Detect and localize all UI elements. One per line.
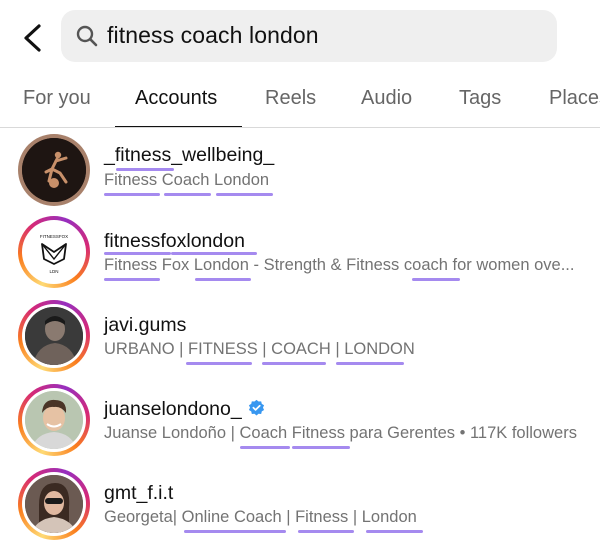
svg-text:LDN: LDN	[49, 269, 58, 274]
profile-photo-icon	[25, 391, 83, 449]
username-text[interactable]: juanselondono_	[104, 398, 242, 420]
account-subtitle: Juanse Londoño | Coach Fitness para Gere…	[104, 424, 577, 442]
svg-text:FITNESSFOX: FITNESSFOX	[40, 234, 68, 239]
match-highlight	[186, 362, 252, 365]
account-subtitle: Georgeta| Online Coach | Fitness | Londo…	[104, 508, 417, 526]
profile-photo-icon	[25, 307, 83, 365]
account-result[interactable]: javi.gums URBANO | FITNESS | COACH | LON…	[0, 296, 600, 380]
avatar[interactable]	[18, 384, 90, 456]
account-result[interactable]: _fitness_wellbeing_ Fitness Coach London	[0, 128, 600, 212]
verified-badge-icon	[248, 399, 264, 416]
match-highlight	[262, 362, 326, 365]
match-highlight	[216, 193, 273, 196]
search-query[interactable]: fitness coach london	[107, 22, 319, 49]
match-highlight	[164, 193, 211, 196]
profile-photo-icon	[25, 475, 83, 533]
tab-reels[interactable]: Reels	[265, 87, 316, 110]
match-highlight	[292, 446, 350, 449]
fox-logo-icon: FITNESSFOX LDN	[40, 234, 68, 274]
search-icon	[76, 25, 98, 47]
username[interactable]: juanselondono_	[104, 398, 265, 421]
account-subtitle: Fitness Fox London - Strength & Fitness …	[104, 256, 575, 274]
account-result[interactable]: juanselondono_ Juanse Londoño | Coach Fi…	[0, 380, 600, 464]
tab-bar: For you Accounts Reels Audio Tags Places	[0, 74, 600, 128]
back-button[interactable]	[14, 18, 54, 58]
match-highlight	[104, 252, 171, 255]
match-highlight	[336, 362, 404, 365]
username[interactable]: _fitness_wellbeing_	[104, 144, 274, 167]
tab-accounts[interactable]: Accounts	[135, 87, 217, 110]
account-result[interactable]: gmt_f.i.t Georgeta| Online Coach | Fitne…	[0, 464, 600, 547]
username[interactable]: fitnessfoxlondon	[104, 230, 245, 253]
username[interactable]: javi.gums	[104, 314, 186, 337]
match-highlight	[171, 252, 257, 255]
match-highlight	[184, 530, 286, 533]
account-result[interactable]: FITNESSFOX LDN fitnessfoxlondon Fitness …	[0, 212, 600, 296]
match-highlight	[298, 530, 354, 533]
account-subtitle: URBANO | FITNESS | COACH | LONDON	[104, 340, 415, 358]
tab-audio[interactable]: Audio	[361, 87, 412, 110]
match-highlight	[195, 278, 251, 281]
tab-for-you[interactable]: For you	[23, 87, 91, 110]
match-highlight	[412, 278, 460, 281]
account-subtitle: Fitness Coach London	[104, 171, 270, 189]
tab-places[interactable]: Places	[549, 87, 600, 110]
top-bar: fitness coach london	[0, 0, 600, 74]
username[interactable]: gmt_f.i.t	[104, 482, 173, 505]
match-highlight	[116, 168, 174, 171]
match-highlight	[104, 278, 160, 281]
avatar[interactable]	[18, 468, 90, 540]
match-highlight	[104, 193, 160, 196]
avatar[interactable]	[18, 134, 90, 206]
avatar[interactable]: FITNESSFOX LDN	[18, 216, 90, 288]
match-highlight	[240, 446, 290, 449]
tab-tags[interactable]: Tags	[459, 87, 501, 110]
fitness-logo-icon	[22, 138, 86, 202]
avatar[interactable]	[18, 300, 90, 372]
search-input[interactable]: fitness coach london	[61, 10, 557, 62]
chevron-left-icon	[24, 24, 41, 52]
match-highlight	[366, 530, 423, 533]
